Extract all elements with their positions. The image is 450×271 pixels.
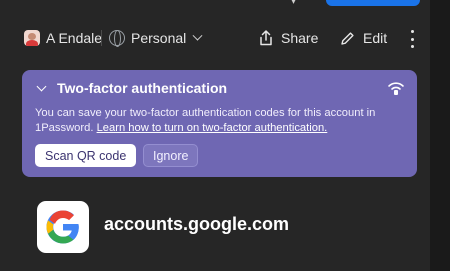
pencil-icon: [341, 31, 354, 45]
vault-user-label: A Endale: [46, 30, 103, 46]
google-logo-icon: [37, 201, 89, 253]
globe-icon: [109, 30, 125, 47]
edit-button[interactable]: Edit: [340, 28, 387, 48]
ignore-button[interactable]: Ignore: [143, 144, 199, 167]
item-toolbar: A Endale Personal Share Edit: [0, 24, 430, 52]
vault-user-selector[interactable]: A Endale: [24, 28, 102, 48]
top-partial-icon[interactable]: ▾: [291, 0, 305, 7]
broadcast-icon: [388, 82, 404, 95]
share-label: Share: [281, 30, 319, 46]
right-edge-panel: [430, 0, 450, 271]
banner-description: You can save your two-factor authenticat…: [35, 106, 405, 135]
chevron-collapse-icon[interactable]: [36, 81, 47, 92]
toolbar-divider: [101, 30, 102, 46]
vault-personal-selector[interactable]: Personal: [109, 28, 203, 48]
banner-title: Two-factor authentication: [57, 80, 228, 96]
chevron-down-icon: [192, 30, 203, 41]
edit-label: Edit: [363, 30, 388, 46]
scan-qr-code-button[interactable]: Scan QR code: [35, 144, 137, 167]
more-options-icon[interactable]: [405, 30, 419, 48]
two-factor-banner: Two-factor authentication You can save y…: [22, 70, 417, 177]
share-icon: [260, 30, 272, 46]
top-primary-button[interactable]: [326, 0, 420, 6]
learn-more-link[interactable]: Learn how to turn on two-factor authenti…: [97, 122, 328, 134]
share-button[interactable]: Share: [259, 28, 318, 48]
vault-personal-label: Personal: [131, 30, 187, 46]
item-title: accounts.google.com: [104, 214, 290, 234]
avatar: [24, 30, 40, 46]
